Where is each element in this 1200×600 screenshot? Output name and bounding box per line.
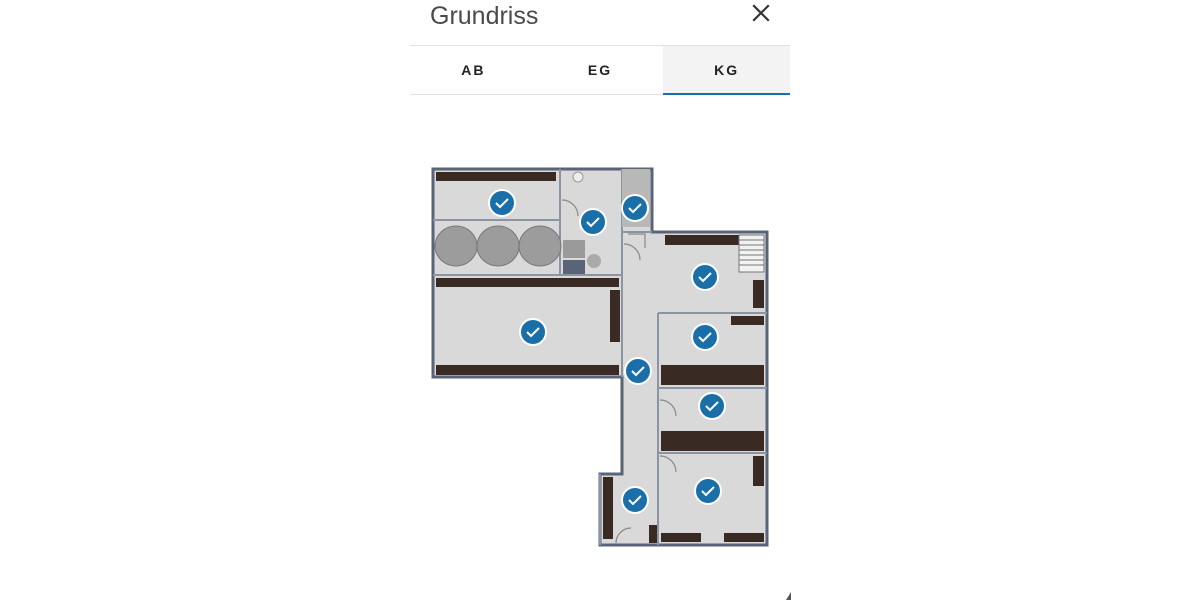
room-marker[interactable] — [691, 263, 719, 291]
room-marker[interactable] — [691, 323, 719, 351]
room-marker[interactable] — [621, 194, 649, 222]
room-marker[interactable] — [698, 392, 726, 420]
stairs — [738, 234, 765, 273]
room-marker[interactable] — [519, 318, 547, 346]
sink — [563, 240, 585, 258]
tank — [518, 225, 562, 267]
room-marker[interactable] — [694, 477, 722, 505]
drain — [572, 171, 584, 183]
room-marker[interactable] — [579, 208, 607, 236]
room-marker[interactable] — [488, 189, 516, 217]
tank — [434, 225, 478, 267]
tank — [476, 225, 520, 267]
room-marker[interactable] — [624, 357, 652, 385]
toilet — [587, 254, 601, 268]
room-marker[interactable] — [621, 486, 649, 514]
floor-drain — [563, 260, 585, 274]
tanks — [434, 225, 562, 267]
resize-handle[interactable] — [786, 592, 791, 600]
floor-plan — [431, 167, 769, 547]
